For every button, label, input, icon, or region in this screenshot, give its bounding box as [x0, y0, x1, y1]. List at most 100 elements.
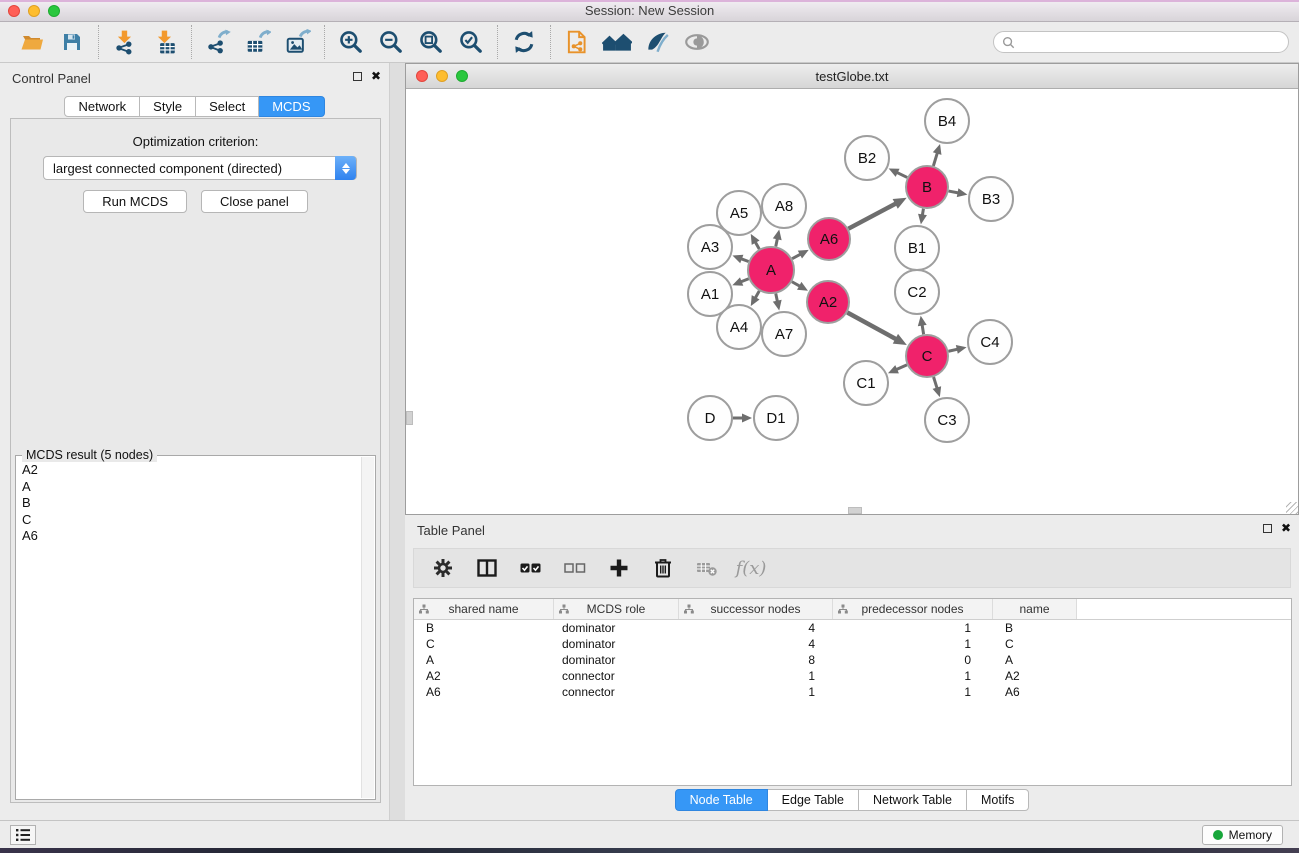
table-cell[interactable]: 1 — [833, 637, 993, 651]
tab-select[interactable]: Select — [196, 96, 259, 117]
graph-node-label: C1 — [856, 375, 875, 392]
toolbar-separator — [497, 25, 498, 59]
table-cell[interactable]: B — [414, 621, 554, 635]
tab-network-table[interactable]: Network Table — [859, 789, 967, 811]
mcds-result-item[interactable]: A6 — [18, 528, 359, 545]
close-panel-button[interactable]: Close panel — [201, 190, 308, 213]
resize-grip[interactable] — [1286, 502, 1298, 514]
table-cell[interactable]: connector — [554, 669, 679, 683]
zoom-selected-icon[interactable] — [453, 25, 489, 59]
zoom-out-icon[interactable] — [373, 25, 409, 59]
show-graphics-details-icon[interactable] — [639, 25, 675, 59]
close-panel-icon[interactable]: ✖ — [371, 71, 381, 81]
run-mcds-button[interactable]: Run MCDS — [83, 190, 187, 213]
horizontal-scrollbar-thumb[interactable] — [848, 507, 862, 514]
table-cell[interactable]: dominator — [554, 653, 679, 667]
table-cell[interactable]: A6 — [414, 685, 554, 699]
table-cell[interactable]: 1 — [679, 685, 833, 699]
graph-edge-B-B4[interactable] — [933, 152, 937, 166]
tab-style[interactable]: Style — [140, 96, 196, 117]
export-network-icon[interactable] — [200, 25, 236, 59]
toolbar-separator — [191, 25, 192, 59]
table-cell[interactable]: C — [414, 637, 554, 651]
table-cell[interactable]: 4 — [679, 637, 833, 651]
table-cell[interactable]: 1 — [833, 621, 993, 635]
delete-table-icon[interactable] — [692, 553, 722, 583]
search-input[interactable] — [1020, 35, 1280, 49]
network-canvas[interactable]: AA1A2A3A4A5A6A7A8BB1B2B3B4CC1C2C3C4DD1 — [406, 89, 1298, 514]
table-cell[interactable]: C — [993, 637, 1077, 651]
column-header-MCDS-role[interactable]: MCDS role — [554, 599, 679, 619]
close-table-panel-icon[interactable]: ✖ — [1281, 523, 1291, 533]
save-session-icon[interactable] — [54, 25, 90, 59]
tab-network[interactable]: Network — [64, 96, 140, 117]
column-header-shared-name[interactable]: shared name — [414, 599, 554, 619]
home-icon[interactable] — [599, 25, 635, 59]
table-cell[interactable]: dominator — [554, 637, 679, 651]
deselect-all-checkboxes-icon[interactable] — [560, 553, 590, 583]
search-field[interactable] — [993, 31, 1289, 53]
table-cell[interactable]: A2 — [993, 669, 1077, 683]
table-cell[interactable]: B — [993, 621, 1077, 635]
add-column-icon[interactable] — [604, 553, 634, 583]
list-scrollbar[interactable] — [361, 457, 374, 798]
tab-edge-table[interactable]: Edge Table — [768, 789, 859, 811]
function-builder-icon[interactable]: f(x) — [736, 553, 766, 583]
graph-edge-A2-C[interactable] — [847, 313, 897, 340]
import-table-icon[interactable] — [147, 25, 183, 59]
tab-motifs[interactable]: Motifs — [967, 789, 1029, 811]
eye-icon[interactable] — [679, 25, 715, 59]
open-session-icon[interactable] — [14, 25, 50, 59]
float-table-panel-icon[interactable] — [1263, 524, 1272, 533]
column-header-predecessor-nodes[interactable]: predecessor nodes — [833, 599, 993, 619]
table-cell[interactable]: 1 — [833, 685, 993, 699]
refresh-icon[interactable] — [506, 25, 542, 59]
column-header-label: shared name — [448, 602, 518, 616]
float-panel-icon[interactable] — [353, 72, 362, 81]
export-table-icon[interactable] — [240, 25, 276, 59]
document-network-icon[interactable] — [559, 25, 595, 59]
table-row[interactable]: Bdominator41B — [414, 620, 1291, 636]
table-cell[interactable]: A6 — [993, 685, 1077, 699]
zoom-fit-icon[interactable] — [413, 25, 449, 59]
table-cell[interactable]: 4 — [679, 621, 833, 635]
tab-mcds[interactable]: MCDS — [259, 96, 324, 117]
mcds-result-item[interactable]: B — [18, 495, 359, 512]
mcds-result-list[interactable]: A2ABCA6 — [18, 462, 359, 797]
mcds-result-item[interactable]: A2 — [18, 462, 359, 479]
column-header-successor-nodes[interactable]: successor nodes — [679, 599, 833, 619]
table-cell[interactable]: A — [993, 653, 1077, 667]
tab-node-table[interactable]: Node Table — [675, 789, 768, 811]
table-cell[interactable]: 1 — [833, 669, 993, 683]
mcds-result-item[interactable]: C — [18, 512, 359, 529]
table-row[interactable]: A6connector11A6 — [414, 684, 1291, 700]
import-network-icon[interactable] — [107, 25, 143, 59]
zoom-in-icon[interactable] — [333, 25, 369, 59]
gear-icon[interactable] — [428, 553, 458, 583]
table-cell[interactable]: 1 — [679, 669, 833, 683]
graph-edge-A6-B[interactable] — [848, 203, 897, 229]
table-row[interactable]: A2connector11A2 — [414, 668, 1291, 684]
mcds-result-item[interactable]: A — [18, 479, 359, 496]
attribute-tree-icon — [684, 604, 694, 614]
attribute-tree-icon — [838, 604, 848, 614]
table-cell[interactable]: 8 — [679, 653, 833, 667]
task-history-button[interactable] — [10, 825, 36, 845]
node-table[interactable]: shared name MCDS rolesuccessor nodesprede… — [413, 598, 1292, 786]
vertical-scrollbar-thumb[interactable] — [406, 411, 413, 425]
table-row[interactable]: Adominator80A — [414, 652, 1291, 668]
table-cell[interactable]: A — [414, 653, 554, 667]
export-image-icon[interactable] — [280, 25, 316, 59]
header-filler — [1077, 599, 1291, 619]
table-cell[interactable]: connector — [554, 685, 679, 699]
table-row[interactable]: Cdominator41C — [414, 636, 1291, 652]
table-cell[interactable]: 0 — [833, 653, 993, 667]
delete-column-icon[interactable] — [648, 553, 678, 583]
column-header-name[interactable]: name — [993, 599, 1077, 619]
memory-button[interactable]: Memory — [1202, 825, 1283, 845]
select-all-checkboxes-icon[interactable] — [516, 553, 546, 583]
table-cell[interactable]: dominator — [554, 621, 679, 635]
column-layout-icon[interactable] — [472, 553, 502, 583]
criterion-select[interactable]: largest connected component (directed) — [43, 156, 357, 180]
table-cell[interactable]: A2 — [414, 669, 554, 683]
